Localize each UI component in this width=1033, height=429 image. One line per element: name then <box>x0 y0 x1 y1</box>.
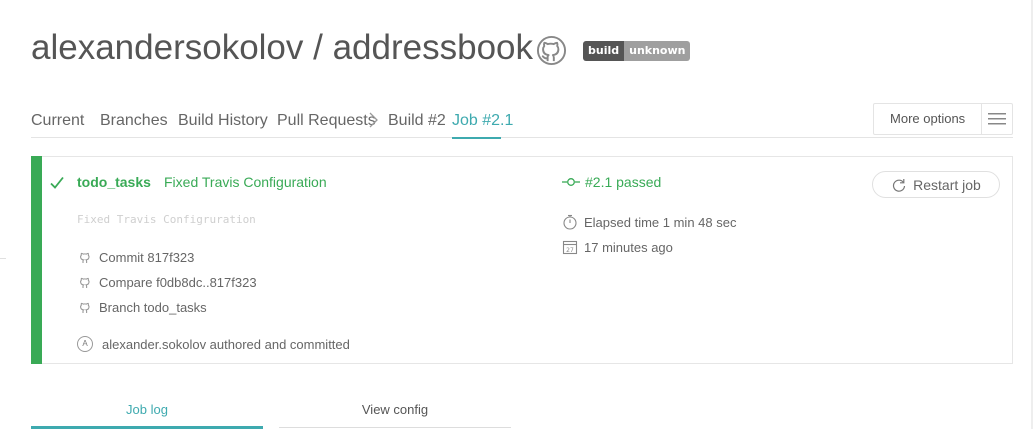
tab-pull-requests[interactable]: Pull Requests <box>277 112 376 130</box>
calendar-icon: 27 <box>562 239 578 255</box>
elapsed-time: Elapsed time 1 min 48 sec <box>584 214 737 230</box>
stopwatch-icon <box>562 214 578 230</box>
badge-status: unknown <box>624 41 691 61</box>
tab-build-history[interactable]: Build History <box>178 112 268 130</box>
restart-job-button[interactable]: Restart job <box>872 171 1000 198</box>
commit-row[interactable]: Commit 817f323 <box>77 248 194 266</box>
commit-message: Fixed Travis Configuration <box>164 174 327 190</box>
branch-link[interactable]: Branch todo_tasks <box>99 300 207 315</box>
tab-view-config[interactable]: View config <box>279 402 511 420</box>
page-title: alexandersokolov / addressbook <box>31 28 533 68</box>
view-config-rule <box>279 427 511 428</box>
commit-message-body: Fixed Travis Configruration <box>77 213 256 226</box>
check-icon <box>50 176 64 189</box>
tabs-divider <box>31 137 1013 138</box>
badge-label: build <box>583 41 625 61</box>
page: alexandersokolov / addressbook build unk… <box>0 0 1033 429</box>
restart-icon <box>893 178 906 192</box>
more-options-button[interactable]: More options <box>874 104 983 134</box>
author-text: alexander.sokolov authored and committed <box>102 336 350 352</box>
tab-build[interactable]: Build #2 <box>388 112 446 130</box>
calendar-day: 27 <box>566 247 574 254</box>
more-options-menu[interactable]: More options <box>873 103 1013 135</box>
job-status: #2.1 passed <box>562 174 661 190</box>
finished-row: 27 17 minutes ago <box>562 238 673 256</box>
restart-label: Restart job <box>913 176 981 193</box>
compare-row[interactable]: Compare f0db8dc..817f323 <box>77 273 257 291</box>
avatar: A <box>77 336 93 352</box>
compare-link[interactable]: Compare f0db8dc..817f323 <box>99 275 257 290</box>
status-stripe <box>31 156 42 364</box>
build-status-badge[interactable]: build unknown <box>583 41 691 61</box>
branch-name-link[interactable]: todo_tasks <box>77 174 151 190</box>
author-row: A alexander.sokolov authored and committ… <box>77 335 350 353</box>
elapsed-row: Elapsed time 1 min 48 sec <box>562 213 736 231</box>
tab-job-log[interactable]: Job log <box>31 402 263 420</box>
active-tab-indicator <box>452 137 501 139</box>
title-separator: / <box>303 28 333 67</box>
job-status-text: #2.1 passed <box>585 174 662 190</box>
hamburger-icon[interactable] <box>982 104 1012 134</box>
commit-link[interactable]: Commit 817f323 <box>99 250 194 265</box>
github-icon[interactable] <box>536 35 567 66</box>
github-small-icon <box>77 299 93 315</box>
github-small-icon <box>77 249 93 265</box>
breadcrumb-chevron-icon <box>369 112 378 128</box>
tab-current[interactable]: Current <box>31 112 84 130</box>
tab-job[interactable]: Job #2.1 <box>452 112 513 130</box>
tab-branches[interactable]: Branches <box>100 112 168 130</box>
branch-row[interactable]: Branch todo_tasks <box>77 298 207 316</box>
github-small-icon <box>77 274 93 290</box>
finished-time: 17 minutes ago <box>584 239 673 255</box>
repo-name-link[interactable]: addressbook <box>333 28 533 67</box>
commit-node-icon <box>562 178 580 186</box>
left-edge-rule <box>0 258 6 259</box>
repo-owner-link[interactable]: alexandersokolov <box>31 28 303 67</box>
